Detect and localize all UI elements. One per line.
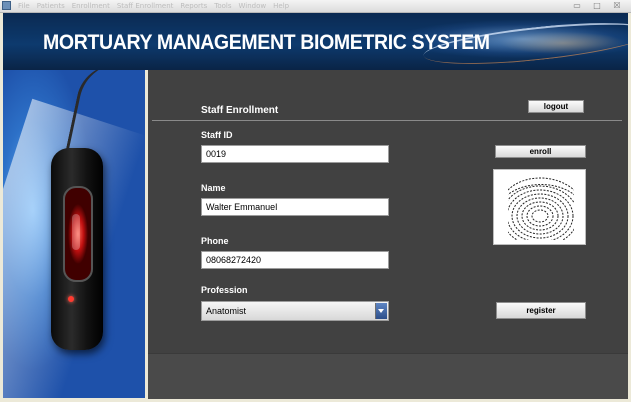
phone-input[interactable] xyxy=(201,251,389,269)
scanner-sensor-window xyxy=(63,186,93,282)
profession-label: Profession xyxy=(201,285,248,295)
footer-strip xyxy=(148,353,628,399)
name-label: Name xyxy=(201,183,226,193)
section-title: Staff Enrollment xyxy=(201,105,279,116)
enroll-button[interactable]: enroll xyxy=(495,145,586,158)
register-button[interactable]: register xyxy=(496,302,586,319)
menu-item-help[interactable]: Help xyxy=(273,0,289,12)
fingerprint-scanner-image xyxy=(3,70,145,398)
menu-item-tools[interactable]: Tools xyxy=(214,0,231,12)
scanner-led xyxy=(68,296,74,302)
phone-label: Phone xyxy=(201,236,229,246)
menu-bar: File Patients Enrollment Staff Enrollmen… xyxy=(18,0,289,12)
staff-id-label: Staff ID xyxy=(201,130,233,140)
fingerprint-icon xyxy=(494,170,585,244)
main-window: File Patients Enrollment Staff Enrollmen… xyxy=(0,0,631,402)
window-controls: ▭ □ ☒ xyxy=(569,0,625,12)
logout-button[interactable]: logout xyxy=(528,100,584,113)
name-input[interactable] xyxy=(201,198,389,216)
header-banner: MORTUARY MANAGEMENT BIOMETRIC SYSTEM xyxy=(3,13,628,70)
minimize-button[interactable]: ▭ xyxy=(569,1,585,11)
chevron-down-icon[interactable] xyxy=(375,303,387,319)
profession-select[interactable]: Anatomist xyxy=(201,301,389,321)
menu-item-file[interactable]: File xyxy=(18,0,30,12)
menu-item-window[interactable]: Window xyxy=(239,0,267,12)
menu-item-staff-enrollment[interactable]: Staff Enrollment xyxy=(117,0,174,12)
menu-item-reports[interactable]: Reports xyxy=(180,0,207,12)
menu-item-patients[interactable]: Patients xyxy=(37,0,65,12)
title-bar: File Patients Enrollment Staff Enrollmen… xyxy=(0,0,631,13)
staff-id-input[interactable] xyxy=(201,145,389,163)
section-divider xyxy=(152,120,622,121)
maximize-button[interactable]: □ xyxy=(589,1,605,11)
profession-selected-value: Anatomist xyxy=(206,306,247,316)
app-title: MORTUARY MANAGEMENT BIOMETRIC SYSTEM xyxy=(43,31,490,54)
app-icon xyxy=(2,1,11,10)
menu-item-enrollment[interactable]: Enrollment xyxy=(72,0,110,12)
fingerprint-preview xyxy=(493,169,586,245)
close-button[interactable]: ☒ xyxy=(609,1,625,11)
